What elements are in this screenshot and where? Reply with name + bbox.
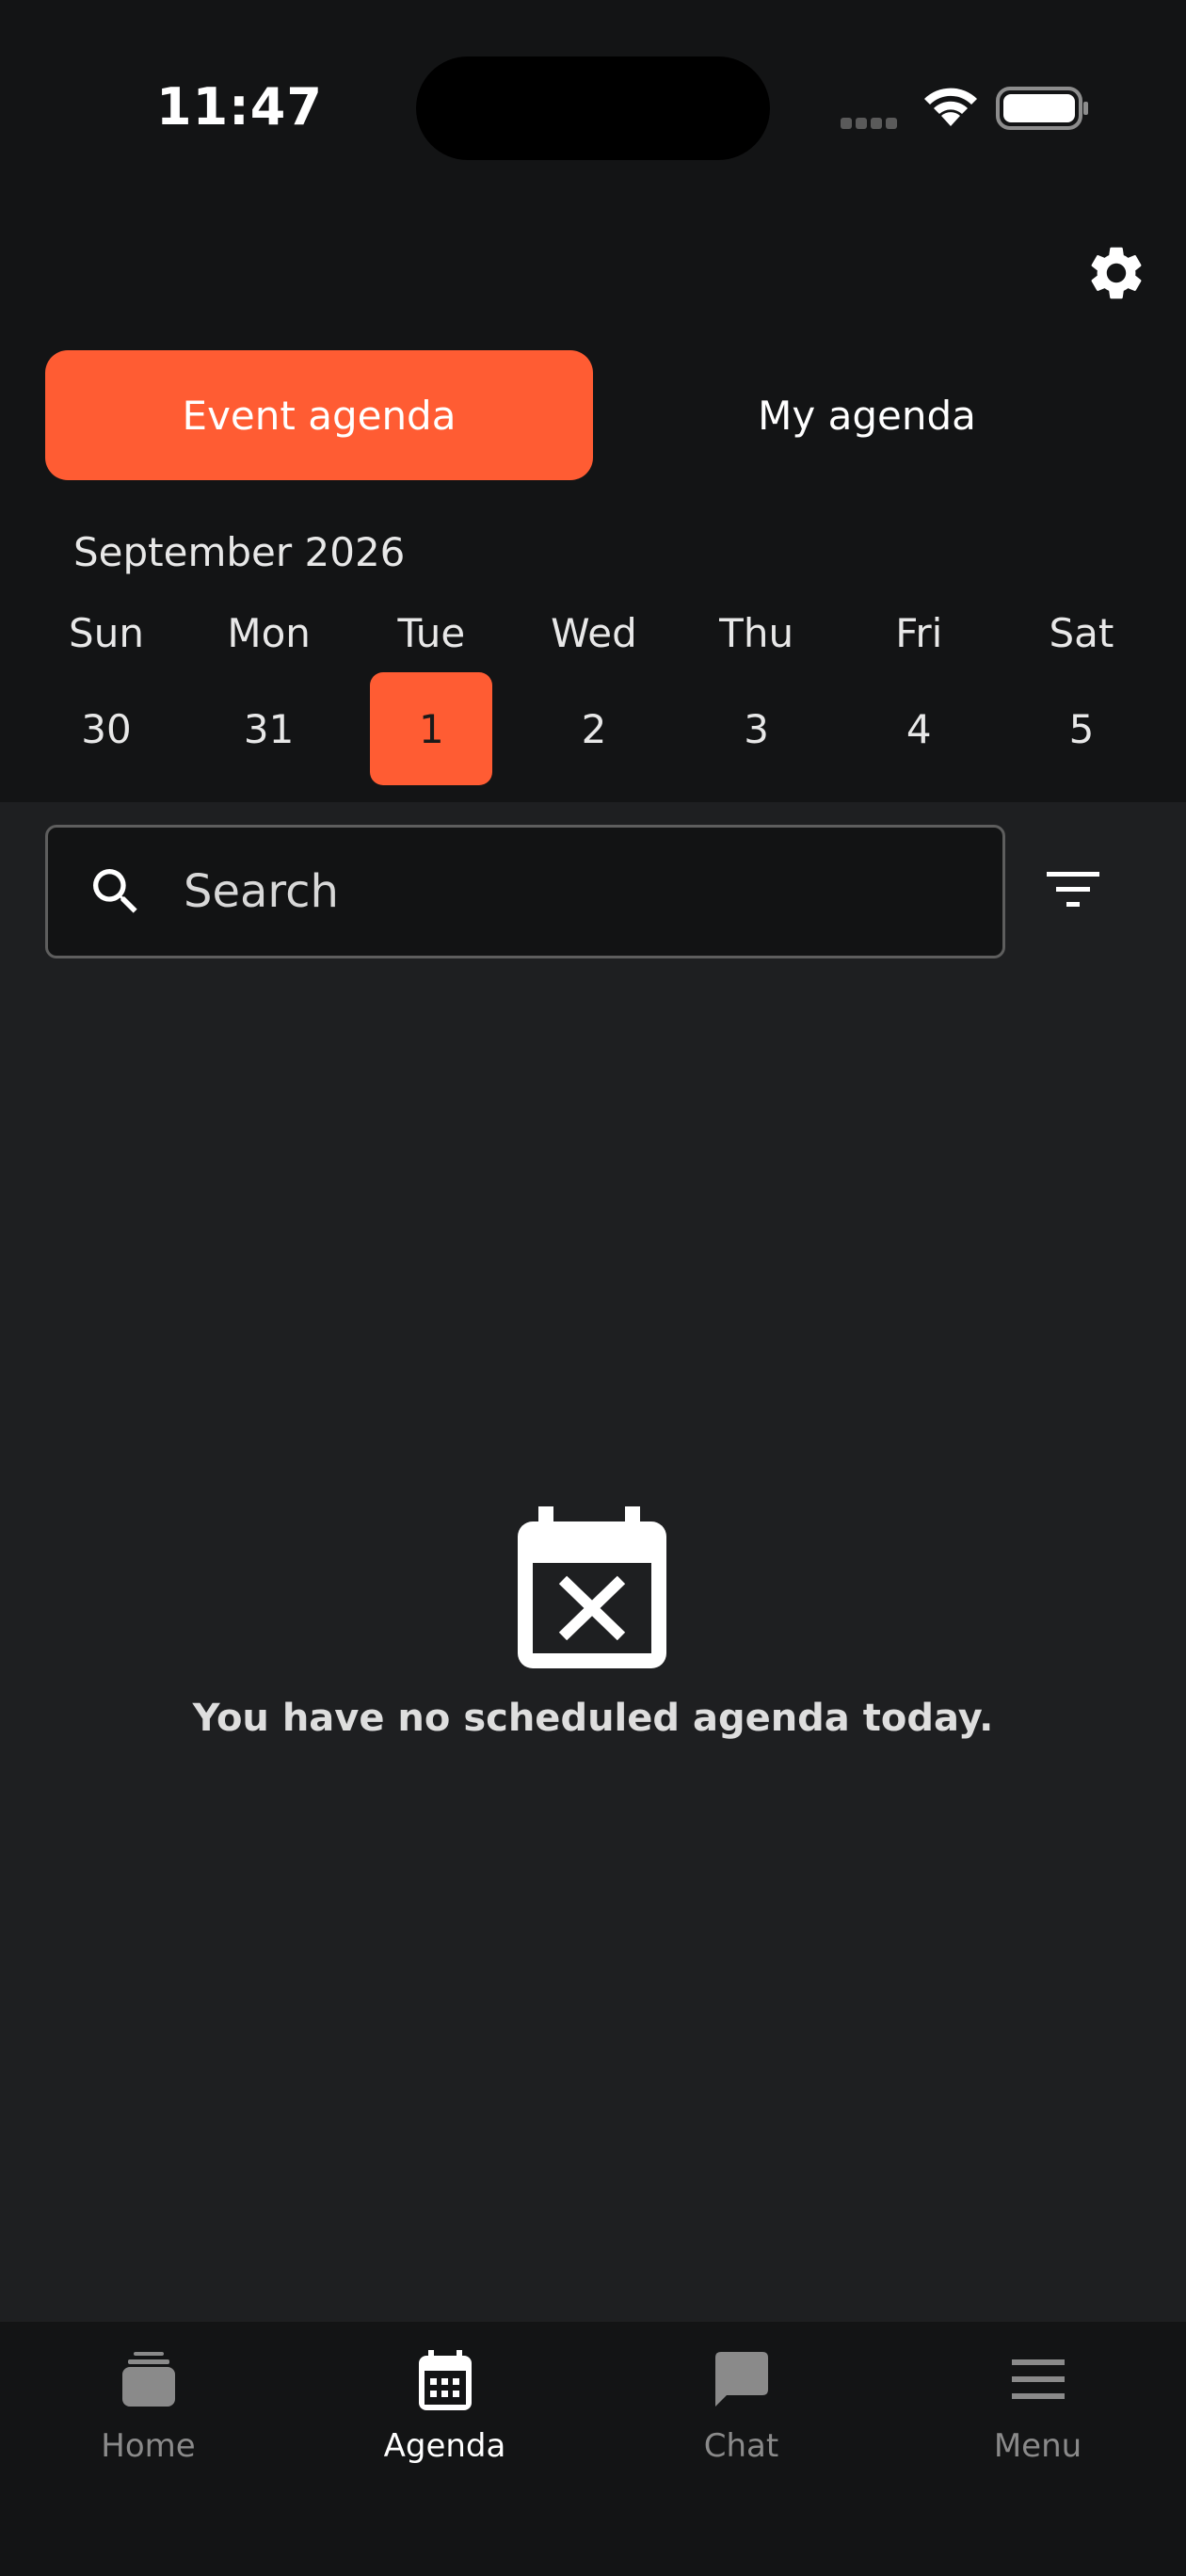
tab-label: Home bbox=[101, 2427, 196, 2465]
search-icon bbox=[93, 869, 137, 913]
wifi-icon bbox=[924, 88, 977, 126]
status-time: 11:47 bbox=[156, 77, 323, 137]
tab-agenda[interactable]: Agenda bbox=[296, 2322, 593, 2510]
empty-state-message: You have no scheduled agenda today. bbox=[192, 1697, 994, 1740]
weekday-label: Wed bbox=[551, 610, 637, 656]
date-cell[interactable]: 5 bbox=[1020, 672, 1143, 785]
date-cell[interactable]: 2 bbox=[533, 672, 655, 785]
tab-label: Agenda bbox=[383, 2427, 506, 2465]
search-box bbox=[45, 825, 1005, 958]
weekday-label: Sun bbox=[69, 610, 144, 656]
weekday-label: Mon bbox=[227, 610, 311, 656]
settings-gear-icon[interactable] bbox=[1084, 241, 1148, 305]
date-cell-selected[interactable]: 1 bbox=[370, 672, 493, 785]
battery-icon bbox=[996, 87, 1088, 130]
date-cell[interactable]: 30 bbox=[45, 672, 168, 785]
date-cell[interactable]: 31 bbox=[208, 672, 330, 785]
tab-home[interactable]: Home bbox=[0, 2322, 296, 2510]
tab-label: Menu bbox=[993, 2427, 1082, 2465]
calendar-icon bbox=[418, 2350, 472, 2410]
tab-my-agenda[interactable]: My agenda bbox=[593, 350, 1141, 480]
date-cell[interactable]: 4 bbox=[857, 672, 980, 785]
weekday-label: Thu bbox=[719, 610, 794, 656]
dynamic-island bbox=[416, 56, 770, 160]
cellular-signal-icon bbox=[841, 115, 901, 133]
filter-icon[interactable] bbox=[1043, 866, 1103, 915]
weekday-label: Tue bbox=[397, 610, 466, 656]
tab-label: Chat bbox=[703, 2427, 779, 2465]
tab-event-agenda[interactable]: Event agenda bbox=[45, 350, 593, 480]
weekday-label: Sat bbox=[1049, 610, 1114, 656]
calendar-weekday-row: Sun Mon Tue Wed Thu Fri Sat bbox=[45, 610, 1143, 656]
weekday-label: Fri bbox=[895, 610, 943, 656]
home-icon bbox=[121, 2352, 175, 2407]
calendar-x-icon bbox=[518, 1506, 666, 1668]
chat-icon bbox=[714, 2352, 768, 2407]
bottom-tab-bar: Home Agenda Chat Menu bbox=[0, 2322, 1186, 2576]
menu-icon bbox=[1011, 2359, 1065, 2399]
date-cell[interactable]: 3 bbox=[696, 672, 818, 785]
tab-menu[interactable]: Menu bbox=[890, 2322, 1186, 2510]
calendar-month-label: September 2026 bbox=[73, 529, 406, 575]
tab-chat[interactable]: Chat bbox=[593, 2322, 890, 2510]
calendar-date-row: 30 31 1 2 3 4 5 bbox=[45, 672, 1143, 785]
search-input[interactable] bbox=[184, 845, 955, 939]
